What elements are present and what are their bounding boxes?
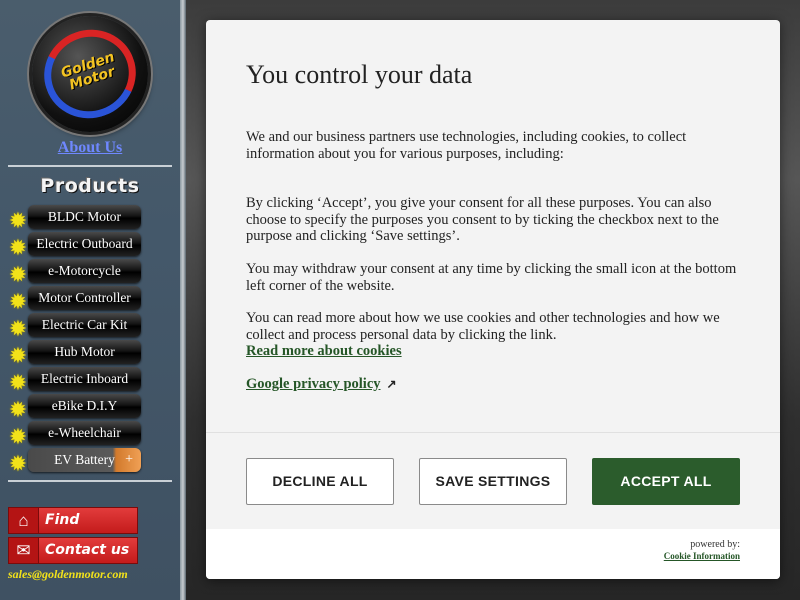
consent-text: By clicking ‘Accept’, you give your cons…	[246, 195, 719, 244]
decline-all-button[interactable]: DECLINE ALL	[246, 458, 394, 505]
dialog-title: You control your data	[246, 60, 473, 89]
google-privacy-link[interactable]: Google privacy policy ↗	[246, 376, 397, 393]
dialog-actions: DECLINE ALL SAVE SETTINGS ACCEPT ALL	[206, 433, 780, 529]
withdraw-text: You may withdraw your consent at any tim…	[246, 261, 737, 294]
powered-by-label: powered by:	[690, 539, 740, 550]
read-more-cookies-link[interactable]: Read more about cookies	[246, 343, 402, 360]
google-privacy-label: Google privacy policy	[246, 376, 381, 392]
cookie-information-link[interactable]: Cookie Information	[664, 551, 740, 561]
learn-more-text: You can read more about how we use cooki…	[246, 310, 720, 343]
save-settings-button[interactable]: SAVE SETTINGS	[419, 458, 567, 505]
powered-by-bar: powered by: Cookie Information	[206, 529, 780, 579]
cookie-consent-dialog: You control your data We and our busines…	[206, 20, 780, 579]
intro-text: We and our business partners use technol…	[246, 129, 687, 162]
external-link-icon: ↗	[386, 377, 397, 391]
accept-all-button[interactable]: ACCEPT ALL	[592, 458, 740, 505]
